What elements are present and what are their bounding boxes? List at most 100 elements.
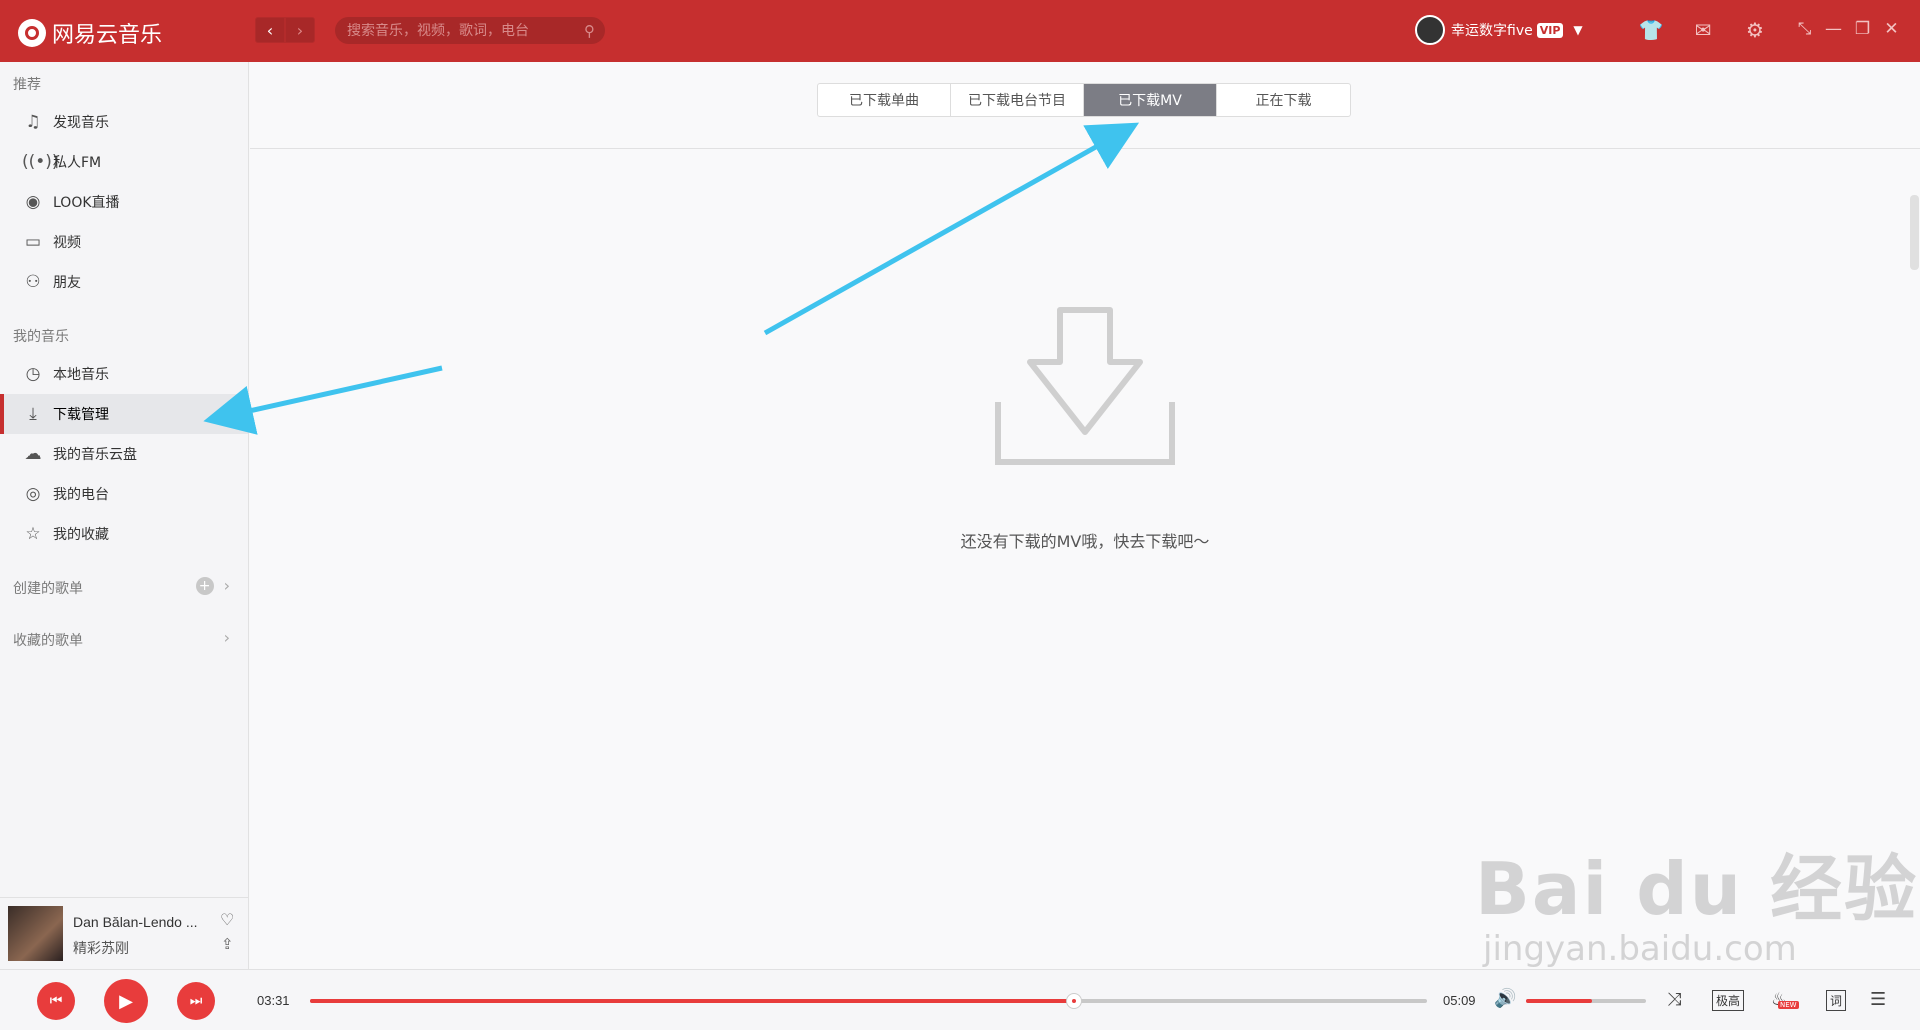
minimize-icon[interactable]: — bbox=[1819, 19, 1848, 39]
chevron-left-icon: ‹ bbox=[266, 20, 274, 40]
mini-mode-icon[interactable]: ⤡ bbox=[1790, 19, 1819, 39]
progress-fill bbox=[310, 999, 1075, 1003]
quality-button[interactable]: 极高 bbox=[1712, 990, 1745, 1011]
tab-downloaded-mv[interactable]: 已下载MV bbox=[1084, 84, 1217, 116]
radio-icon: ((•)) bbox=[22, 152, 59, 172]
sidebar-item-downloads[interactable]: ⤓ 下载管理 bbox=[0, 394, 248, 434]
chevron-right-icon: › bbox=[296, 20, 304, 40]
window-controls: ⤡ — ❐ ✕ bbox=[1790, 19, 1906, 39]
sidebar-item-cloud[interactable]: ☁ 我的音乐云盘 bbox=[0, 434, 248, 474]
sidebar-item-label: 我的音乐云盘 bbox=[53, 447, 137, 463]
forward-button[interactable]: › bbox=[285, 17, 315, 43]
progress-handle[interactable] bbox=[1066, 993, 1083, 1009]
avatar[interactable] bbox=[1415, 15, 1445, 45]
share-icon[interactable]: ⇪ bbox=[221, 935, 234, 953]
previous-button[interactable]: ⏮ bbox=[37, 982, 75, 1020]
tab-downloaded-songs[interactable]: 已下载单曲 bbox=[818, 84, 951, 116]
search-box: ⚲ bbox=[335, 17, 605, 44]
search-icon[interactable]: ⚲ bbox=[584, 22, 595, 40]
music-note-icon: ♫ bbox=[25, 112, 41, 132]
sidebar-item-label: 我的电台 bbox=[53, 487, 109, 503]
volume-slider[interactable] bbox=[1526, 999, 1646, 1003]
skin-icon[interactable]: 👕 bbox=[1625, 18, 1677, 42]
video-icon: ▭ bbox=[24, 232, 42, 252]
volume-fill bbox=[1526, 999, 1592, 1003]
tab-downloading[interactable]: 正在下载 bbox=[1217, 84, 1350, 116]
play-icon: ▶ bbox=[119, 990, 133, 1012]
sidebar-item-label: 发现音乐 bbox=[53, 115, 109, 131]
empty-download-icon bbox=[995, 307, 1175, 465]
cloud-icon: ☁ bbox=[24, 444, 42, 464]
sidebar: 推荐 ♫ 发现音乐 ((•)) 私人FM ◉ LOOK直播 ▭ 视频 ⚇ 朋友 … bbox=[0, 62, 249, 897]
sidebar-item-favorites[interactable]: ☆ 我的收藏 bbox=[0, 514, 248, 554]
mail-icon[interactable]: ✉ bbox=[1677, 18, 1729, 42]
live-icon: ◉ bbox=[25, 192, 41, 212]
search-input[interactable] bbox=[347, 22, 567, 39]
sidebar-item-label: 私人FM bbox=[53, 155, 102, 171]
progress-bar[interactable] bbox=[310, 993, 1427, 1009]
sidebar-item-friends[interactable]: ⚇ 朋友 bbox=[0, 262, 248, 302]
sidebar-item-label: 我的收藏 bbox=[53, 527, 109, 543]
shuffle-icon[interactable]: ⤨ bbox=[1667, 989, 1681, 1010]
watermark-url: jingyan.baidu.com bbox=[1483, 929, 1797, 969]
play-button[interactable]: ▶ bbox=[104, 979, 148, 1023]
volume-icon[interactable]: 🔊 bbox=[1494, 988, 1516, 1009]
sidebar-item-label: 视频 bbox=[53, 235, 81, 251]
empty-message: 还没有下载的MV哦，快去下载吧～ bbox=[960, 532, 1210, 551]
friends-icon: ⚇ bbox=[25, 272, 41, 292]
nav-buttons: ‹ › bbox=[255, 17, 315, 43]
sidebar-item-discover[interactable]: ♫ 发现音乐 bbox=[0, 102, 248, 142]
sidebar-item-label: LOOK直播 bbox=[53, 195, 120, 211]
gear-icon[interactable]: ⚙ bbox=[1729, 18, 1781, 42]
now-playing-panel: Dan Bălan-Lendo ... 精彩苏刚 ♡ ⇪ bbox=[0, 897, 249, 969]
section-title-created-playlists[interactable]: 创建的歌单 bbox=[13, 578, 83, 598]
divider bbox=[250, 148, 1920, 149]
section-title-recommend: 推荐 bbox=[13, 77, 41, 93]
download-tabs: 已下载单曲 已下载电台节目 已下载MV 正在下载 bbox=[817, 83, 1351, 117]
vip-badge: VIP bbox=[1536, 22, 1564, 38]
new-badge: NEW bbox=[1778, 1001, 1799, 1009]
caret-down-icon[interactable]: ▼ bbox=[1573, 23, 1582, 37]
sidebar-item-label: 下载管理 bbox=[53, 407, 109, 423]
chevron-right-icon[interactable]: › bbox=[224, 576, 230, 595]
tab-downloaded-radio[interactable]: 已下载电台节目 bbox=[951, 84, 1084, 116]
sidebar-item-fm[interactable]: ((•)) 私人FM bbox=[0, 142, 248, 182]
local-music-icon: ◷ bbox=[25, 364, 41, 384]
close-icon[interactable]: ✕ bbox=[1877, 19, 1906, 39]
sidebar-item-video[interactable]: ▭ 视频 bbox=[0, 222, 248, 262]
sidebar-item-my-radio[interactable]: ◎ 我的电台 bbox=[0, 474, 248, 514]
chevron-right-icon[interactable]: › bbox=[224, 628, 230, 647]
skip-next-icon: ⏭ bbox=[189, 993, 203, 1009]
album-cover[interactable] bbox=[8, 906, 63, 961]
scrollbar[interactable] bbox=[1910, 195, 1919, 270]
elapsed-time: 03:31 bbox=[257, 993, 290, 1008]
top-bar: 网易云音乐 ‹ › ⚲ 幸运数字five VIP ▼ 👕 ✉ ⚙ ⤡ — ❐ ✕ bbox=[0, 0, 1920, 62]
section-title-collected-playlists[interactable]: 收藏的歌单 bbox=[13, 630, 83, 650]
sidebar-item-look[interactable]: ◉ LOOK直播 bbox=[0, 182, 248, 222]
playlist-icon[interactable]: ☰ bbox=[1870, 989, 1886, 1010]
app-title: 网易云音乐 bbox=[52, 23, 163, 48]
baidu-watermark: Bai du 经验 jingyan.baidu.com bbox=[1475, 830, 1918, 969]
now-playing-artist[interactable]: 精彩苏刚 bbox=[73, 938, 129, 958]
skip-previous-icon: ⏮ bbox=[49, 993, 63, 1009]
download-icon: ⤓ bbox=[29, 404, 37, 424]
lyrics-button[interactable]: 词 bbox=[1826, 990, 1847, 1011]
app-logo[interactable]: 网易云音乐 bbox=[18, 17, 162, 49]
favorites-icon: ☆ bbox=[25, 524, 41, 544]
sidebar-item-local-music[interactable]: ◷ 本地音乐 bbox=[0, 354, 248, 394]
sidebar-item-label: 本地音乐 bbox=[53, 367, 109, 383]
add-playlist-icon[interactable]: + bbox=[195, 576, 214, 595]
watermark-title: Bai du 经验 bbox=[1475, 847, 1919, 931]
now-playing-title[interactable]: Dan Bălan-Lendo ... bbox=[73, 914, 198, 930]
heart-icon[interactable]: ♡ bbox=[220, 910, 234, 929]
section-title-my-music: 我的音乐 bbox=[13, 329, 69, 345]
collected-playlist-controls: › bbox=[224, 628, 230, 647]
top-icons: 👕 ✉ ⚙ bbox=[1625, 18, 1781, 42]
username[interactable]: 幸运数字five bbox=[1451, 20, 1533, 40]
user-profile[interactable]: 幸运数字five VIP ▼ bbox=[1415, 15, 1583, 45]
maximize-icon[interactable]: ❐ bbox=[1848, 19, 1877, 39]
created-playlist-controls: + › bbox=[195, 576, 230, 595]
next-button[interactable]: ⏭ bbox=[177, 982, 215, 1020]
netease-logo-icon bbox=[18, 19, 46, 47]
back-button[interactable]: ‹ bbox=[255, 17, 285, 43]
